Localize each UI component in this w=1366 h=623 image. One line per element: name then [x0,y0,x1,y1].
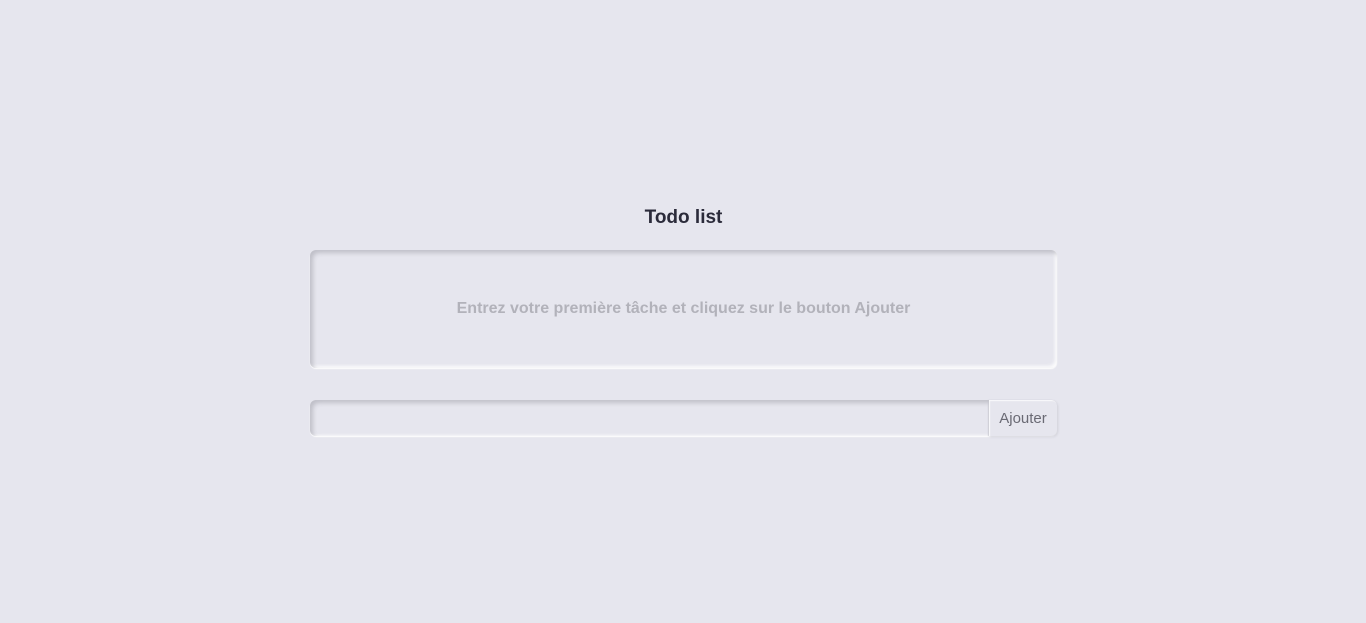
add-button[interactable]: Ajouter [989,400,1057,436]
new-task-input[interactable] [310,400,989,436]
page-title: Todo list [644,207,723,228]
new-task-form: Ajouter [310,400,1057,436]
task-list-panel: Entrez votre première tâche et cliquez s… [310,250,1057,368]
empty-list-message: Entrez votre première tâche et cliquez s… [456,300,911,317]
